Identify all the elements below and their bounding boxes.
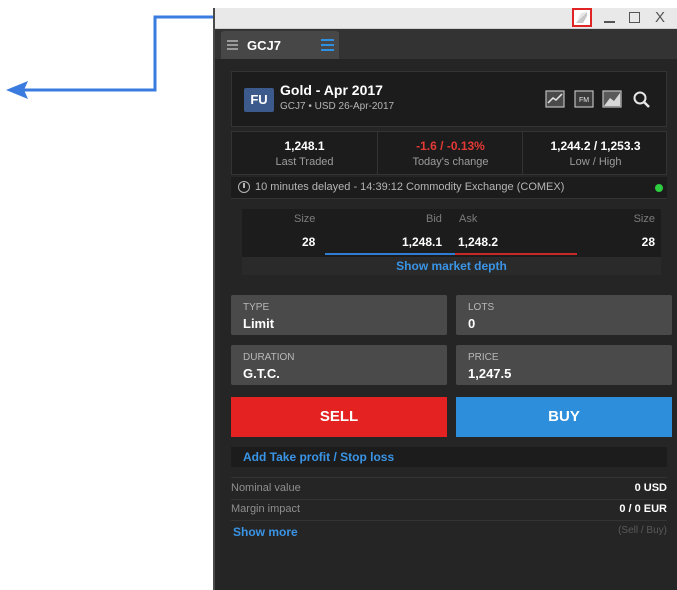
- sell-buy-note: (Sell / Buy): [618, 525, 667, 536]
- delay-status: 10 minutes delayed - 14:39:12 Commodity …: [231, 177, 667, 199]
- grip-icon[interactable]: [227, 40, 238, 50]
- svg-text:FM: FM: [579, 97, 589, 104]
- divider: [231, 477, 667, 478]
- todays-change-stat: -1.6 / -0.13% Today's change: [377, 132, 523, 174]
- delay-text: 10 minutes delayed - 14:39:12 Commodity …: [255, 181, 565, 193]
- instrument-name: Gold - Apr 2017: [280, 82, 383, 98]
- ask-price[interactable]: 1,248.2: [458, 235, 498, 249]
- margin-impact-label: Margin impact: [231, 503, 301, 515]
- tab-bar: GCJ7: [215, 29, 677, 59]
- buy-button[interactable]: BUY: [456, 397, 672, 437]
- lots-value: 0: [468, 316, 476, 331]
- window-titlebar: X: [215, 8, 677, 29]
- margin-impact-value: 0 / 0 EUR: [619, 503, 667, 515]
- price-field[interactable]: PRICE 1,247.5: [456, 345, 672, 385]
- sell-button[interactable]: SELL: [231, 397, 447, 437]
- price-stats: 1,248.1 Last Traded -1.6 / -0.13% Today'…: [231, 131, 667, 175]
- order-type-value: Limit: [243, 316, 275, 331]
- close-button[interactable]: X: [651, 9, 669, 26]
- detach-icon: [576, 12, 587, 23]
- fundamentals-icon[interactable]: FM: [574, 90, 594, 108]
- take-profit-bar: Add Take profit / Stop loss: [231, 447, 667, 467]
- ask-header: Ask: [459, 213, 478, 225]
- show-more-link[interactable]: Show more: [233, 525, 298, 539]
- order-type-field[interactable]: TYPE Limit: [231, 295, 447, 335]
- add-take-profit-link[interactable]: Add Take profit / Stop loss: [243, 450, 394, 464]
- low-high-label: Low / High: [569, 156, 622, 168]
- todays-change-label: Today's change: [412, 156, 489, 168]
- market-depth: Size Bid Ask Size 28 1,248.1 1,248.2 28 …: [242, 209, 661, 275]
- last-traded-value: 1,248.1: [284, 139, 325, 153]
- ask-size-value: 28: [641, 235, 655, 249]
- lots-field[interactable]: LOTS 0: [456, 295, 672, 335]
- low-high-value: 1,244.2 / 1,253.3: [550, 139, 641, 153]
- divider: [231, 499, 667, 500]
- trade-ticket-window: X GCJ7 FU Gold - Apr 2017 GCJ7 • USD 26-…: [213, 8, 677, 590]
- minimize-button[interactable]: [601, 9, 619, 26]
- maximize-button[interactable]: [626, 9, 644, 26]
- nominal-value-label: Nominal value: [231, 482, 301, 494]
- search-icon[interactable]: [632, 90, 652, 108]
- bid-size-header: Size: [294, 213, 316, 225]
- price-label: PRICE: [468, 352, 499, 363]
- hamburger-menu-icon[interactable]: [321, 39, 334, 51]
- tab-label: GCJ7: [247, 38, 281, 53]
- last-traded-stat: 1,248.1 Last Traded: [232, 132, 377, 174]
- nominal-value: 0 USD: [634, 482, 667, 494]
- divider: [231, 520, 667, 521]
- clock-icon: [238, 181, 250, 193]
- tab-gcj7[interactable]: GCJ7: [221, 31, 339, 59]
- ask-depth-bar: [455, 253, 577, 255]
- status-dot-icon: [655, 184, 663, 192]
- todays-change-value: -1.6 / -0.13%: [416, 139, 485, 153]
- order-type-label: TYPE: [243, 302, 270, 313]
- chart-icon[interactable]: [545, 90, 565, 108]
- duration-field[interactable]: DURATION G.T.C.: [231, 345, 447, 385]
- bid-depth-bar: [325, 253, 455, 255]
- instrument-header: FU Gold - Apr 2017 GCJ7 • USD 26-Apr-201…: [231, 71, 667, 127]
- lots-label: LOTS: [468, 302, 495, 313]
- price-value: 1,247.5: [468, 366, 512, 381]
- show-market-depth-link[interactable]: Show market depth: [242, 257, 661, 275]
- duration-value: G.T.C.: [243, 366, 280, 381]
- instrument-type-badge: FU: [244, 88, 274, 112]
- bid-price[interactable]: 1,248.1: [402, 235, 442, 249]
- ask-size-header: Size: [633, 213, 655, 225]
- last-traded-label: Last Traded: [275, 156, 334, 168]
- duration-label: DURATION: [243, 352, 295, 363]
- instrument-subtitle: GCJ7 • USD 26-Apr-2017: [280, 101, 395, 112]
- bid-size-value: 28: [302, 235, 316, 249]
- price-chart-icon[interactable]: [602, 90, 622, 108]
- detach-button[interactable]: [572, 8, 592, 27]
- low-high-stat: 1,244.2 / 1,253.3 Low / High: [522, 132, 668, 174]
- bid-header: Bid: [426, 213, 442, 225]
